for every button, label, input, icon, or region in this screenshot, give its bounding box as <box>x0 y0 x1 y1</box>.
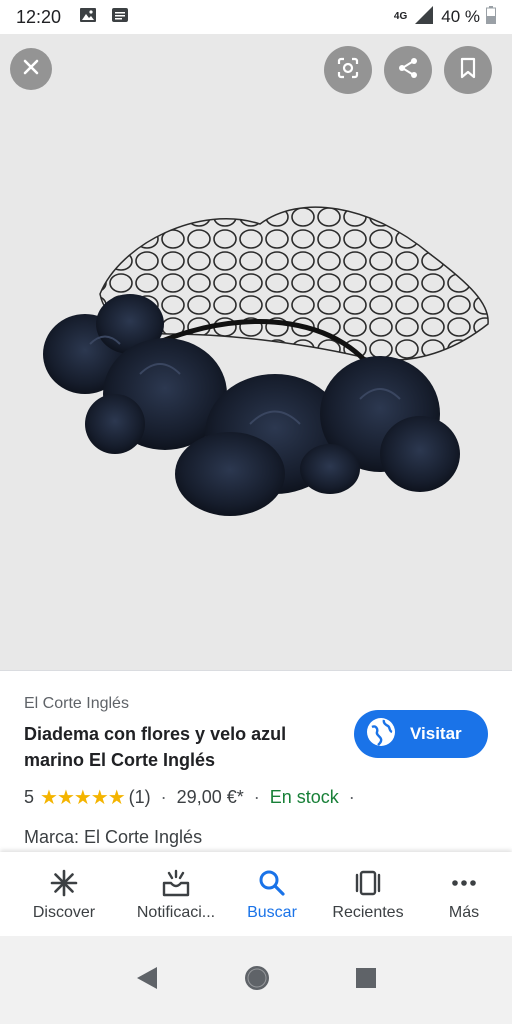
bookmark-icon <box>458 57 478 84</box>
product-image <box>43 206 489 516</box>
bottom-navigation: Discover Notificaci... Buscar Recientes … <box>0 852 512 936</box>
recents-icon <box>353 868 383 898</box>
nav-discover[interactable]: Discover <box>0 852 128 936</box>
status-time: 12:20 <box>16 6 62 27</box>
image-icon <box>79 7 97 28</box>
product-source[interactable]: El Corte Inglés <box>24 695 129 713</box>
visit-button[interactable]: Visitar <box>354 710 488 758</box>
product-title[interactable]: Diadema con flores y velo azul marino El… <box>24 721 324 773</box>
stock-status: En stock <box>269 787 339 807</box>
close-button[interactable] <box>10 48 52 90</box>
overview-icon[interactable] <box>355 967 377 994</box>
separator-dot: · <box>253 787 260 807</box>
product-info-panel: El Corte Inglés Diadema con flores y vel… <box>0 670 512 852</box>
globe-icon <box>366 717 396 752</box>
asterisk-icon <box>50 868 78 898</box>
system-navigation-bar <box>0 936 512 1024</box>
lens-button[interactable] <box>324 46 372 94</box>
nav-search[interactable]: Buscar <box>224 852 320 936</box>
battery-percent: 40 % <box>441 7 480 26</box>
nav-label: Notificaci... <box>136 904 216 921</box>
message-icon <box>111 7 129 28</box>
nav-label: Recientes <box>332 904 404 921</box>
review-count: (1) <box>128 787 151 807</box>
image-viewer[interactable] <box>0 34 512 670</box>
share-icon <box>396 56 420 85</box>
visit-label: Visitar <box>410 724 462 743</box>
search-icon <box>258 868 286 898</box>
status-right: 4G 40 % <box>394 5 496 30</box>
status-bar: 12:20 4G 40 % <box>0 0 512 34</box>
save-button[interactable] <box>444 46 492 94</box>
network-label: 4G <box>393 11 408 22</box>
rating-stars: ★★★★★ <box>40 787 126 809</box>
separator-dot: · <box>160 787 167 807</box>
more-icon <box>450 868 478 898</box>
signal-icon <box>413 5 435 30</box>
nav-label: Más <box>448 904 480 921</box>
notifications-icon <box>161 868 191 898</box>
battery-icon <box>486 5 496 29</box>
product-brand: Marca: El Corte Inglés <box>24 827 203 847</box>
lens-icon <box>336 56 360 85</box>
product-price: 29,00 €* <box>176 787 244 807</box>
nav-label: Buscar <box>247 904 297 921</box>
nav-recents[interactable]: Recientes <box>320 852 416 936</box>
back-icon[interactable] <box>135 965 159 996</box>
nav-notifications[interactable]: Notificaci... <box>128 852 224 936</box>
nav-more[interactable]: Más <box>416 852 512 936</box>
close-icon <box>21 57 41 82</box>
nav-label: Discover <box>32 904 96 921</box>
separator-dot: · <box>348 787 355 807</box>
product-meta-row: 5 ★★★★★ (1) · 29,00 €* · En stock · <box>24 785 365 810</box>
home-icon[interactable] <box>243 964 271 997</box>
rating-value: 5 <box>24 787 35 807</box>
share-button[interactable] <box>384 46 432 94</box>
